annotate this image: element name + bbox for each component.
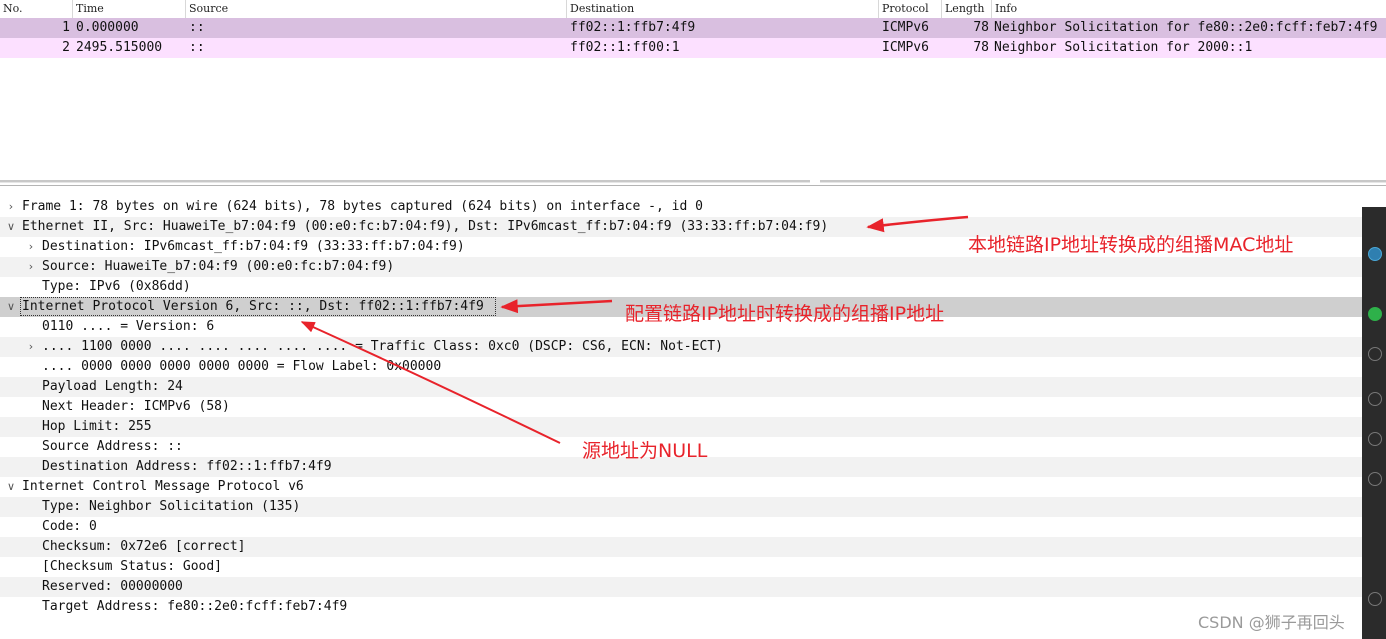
arrow-to-ethernet: [866, 215, 969, 233]
watermark: CSDN @狮子再回头: [1198, 613, 1345, 632]
side-panel: [1362, 207, 1386, 639]
clock-icon[interactable]: [1368, 592, 1382, 606]
arrow-to-source: [300, 321, 561, 444]
box-icon[interactable]: [1368, 392, 1382, 406]
circle-icon[interactable]: [1368, 347, 1382, 361]
app-icon[interactable]: [1368, 247, 1382, 261]
arrow-to-ipv6: [500, 299, 613, 314]
bracket-icon[interactable]: [1368, 432, 1382, 446]
compass-icon[interactable]: [1368, 472, 1382, 486]
chat-icon[interactable]: [1368, 307, 1382, 321]
annotation-null-note: 源地址为NULL: [582, 440, 708, 462]
annotation-ip-note: 配置链路IP地址时转换成的组播IP地址: [625, 303, 945, 325]
annotation-mac-note: 本地链路IP地址转换成的组播MAC地址: [968, 234, 1294, 256]
